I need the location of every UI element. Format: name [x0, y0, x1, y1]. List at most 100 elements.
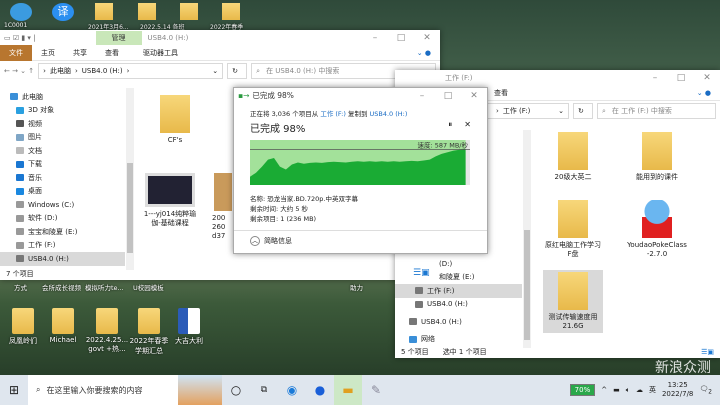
- tab-file[interactable]: 文件: [0, 45, 32, 61]
- tab-home[interactable]: 主页: [32, 48, 64, 58]
- tab-share[interactable]: 共享: [64, 48, 96, 58]
- network-icon[interactable]: ☁: [636, 386, 643, 394]
- minimize-button[interactable]: –: [409, 91, 435, 101]
- app-icon[interactable]: ✎: [362, 375, 390, 405]
- nav-item[interactable]: 宝宝和陵夏 (E:): [0, 225, 125, 239]
- folder-icon[interactable]: [180, 3, 198, 20]
- help-icon[interactable]: ⌄ ●: [408, 49, 440, 57]
- maximize-button[interactable]: □: [388, 33, 414, 43]
- edge-icon[interactable]: ◉: [278, 375, 306, 405]
- desktop-folder[interactable]: 2022.4.25... govt +热...: [84, 308, 130, 354]
- clock[interactable]: 13:252022/7/8: [662, 381, 693, 399]
- address-row: ← → ⌄ ↑ ›此电脑›USB4.0 (H:)›⌄ ↻ ⌕在 USB4.0 (…: [0, 61, 440, 81]
- folder-icon[interactable]: [95, 3, 113, 20]
- minimize-button[interactable]: –: [642, 73, 668, 83]
- watermark: 新浪众测: [655, 357, 711, 377]
- pause-button[interactable]: ⏸: [448, 120, 452, 135]
- nav-item-selected[interactable]: 工作 (F:): [395, 284, 522, 298]
- time-remaining: 剩余时间: 大约 5 秒: [250, 204, 358, 214]
- nav-item[interactable]: 网络: [395, 333, 522, 347]
- battery-icon[interactable]: ▬: [613, 386, 620, 394]
- quick-access-toolbar[interactable]: ▭ ☑ ▮ ▾ |: [4, 34, 36, 42]
- nav-item[interactable]: USB4.0 (H:): [395, 298, 522, 312]
- translate-app-icon[interactable]: 译: [52, 3, 74, 21]
- desktop-label: 1C0001: [4, 22, 27, 29]
- browser-icon[interactable]: ●: [306, 375, 334, 405]
- nav-scrollbar[interactable]: [523, 130, 531, 348]
- nav-scrollbar[interactable]: [126, 88, 134, 270]
- desktop-folder[interactable]: Michael: [40, 308, 86, 344]
- tab-drive-tools[interactable]: 驱动器工具: [134, 48, 187, 58]
- file-explorer-icon[interactable]: ▬: [334, 375, 362, 405]
- desktop-word-doc[interactable]: 大吉大利: [166, 308, 212, 346]
- nav-item[interactable]: 文档: [0, 144, 125, 158]
- task-view-button[interactable]: ⧉: [250, 375, 278, 405]
- view-toggle-icons[interactable]: ☰▣: [701, 348, 714, 356]
- maximize-button[interactable]: □: [435, 91, 461, 101]
- close-button[interactable]: ✕: [414, 33, 440, 43]
- taskbar: ⊞ ⌕在这里输入你要搜索的内容 ○ ⧉ ◉ ● ▬ ✎ 70% ^ ▬ 🔈︎ ☁…: [0, 375, 720, 405]
- cancel-button[interactable]: ✕: [464, 120, 471, 135]
- folder-item[interactable]: 能用到的课件: [627, 132, 687, 182]
- search-input[interactable]: ⌕在 工作 (F:) 中搜索: [597, 103, 716, 119]
- nav-buttons[interactable]: ← → ⌄ ↑: [4, 67, 34, 75]
- nav-item[interactable]: 3D 对象: [0, 104, 125, 118]
- items-remaining: 剩余项目: 1 (236 MB): [250, 214, 358, 224]
- folder-icon[interactable]: [138, 3, 156, 20]
- maximize-button[interactable]: □: [668, 73, 694, 83]
- cortana-button[interactable]: ○: [222, 375, 250, 405]
- folder-item[interactable]: CF's: [145, 95, 205, 145]
- nav-item[interactable]: 图片: [0, 131, 125, 145]
- nav-item[interactable]: 视频: [0, 117, 125, 131]
- folder-item[interactable]: 20级大英二: [543, 132, 603, 182]
- taskbar-search[interactable]: ⌕在这里输入你要搜索的内容: [28, 375, 178, 405]
- search-icon: ⌕: [36, 385, 40, 395]
- tab-view[interactable]: 查看: [96, 48, 128, 58]
- folder-item-selected[interactable]: 测试传输速度用21.6G: [543, 270, 603, 333]
- nav-item-selected[interactable]: USB4.0 (H:): [0, 252, 125, 266]
- video-file-item[interactable]: 1---yj014纯粹瑜伽-基础课程: [140, 173, 200, 228]
- nav-item[interactable]: 下载: [0, 158, 125, 172]
- tab-view[interactable]: 查看: [485, 88, 517, 98]
- notification-icon[interactable]: 🗨︎2: [699, 385, 712, 395]
- address-bar[interactable]: ›此电脑›USB4.0 (H:)›⌄: [38, 63, 223, 79]
- close-button[interactable]: ✕: [694, 73, 720, 83]
- copy-icon: ▪→: [238, 91, 249, 100]
- view-toggle-icons[interactable]: ☰▣: [413, 268, 435, 280]
- nav-item[interactable]: 桌面: [0, 185, 125, 199]
- folder-item[interactable]: 原红电脑工作学习F盘: [543, 200, 603, 259]
- manage-context-tab[interactable]: 管理: [96, 31, 142, 45]
- close-button[interactable]: ✕: [461, 91, 487, 101]
- input-method[interactable]: 英: [649, 385, 656, 395]
- nav-item[interactable]: 软件 (D:): [0, 212, 125, 226]
- nav-item[interactable]: USB4.0 (H:): [395, 315, 522, 329]
- help-icon[interactable]: ⌄ ●: [688, 89, 720, 97]
- refresh-button[interactable]: ↻: [227, 63, 247, 79]
- ribbon-tabs: 文件 主页 共享 查看 驱动器工具 ⌄ ●: [0, 45, 440, 61]
- app-icon[interactable]: [10, 3, 32, 21]
- nav-item[interactable]: Windows (C:): [0, 198, 125, 212]
- destination-link[interactable]: USB4.0 (H:): [370, 110, 408, 118]
- app-item[interactable]: YoudaoPokeClass-2.7.0: [627, 200, 687, 259]
- nav-item[interactable]: 此电脑: [0, 90, 125, 104]
- source-link[interactable]: 工作 (F:): [320, 110, 346, 118]
- minimize-button[interactable]: –: [362, 33, 388, 43]
- nav-item[interactable]: 音乐: [0, 171, 125, 185]
- volume-icon[interactable]: 🔈︎: [626, 386, 630, 395]
- nav-item[interactable]: 工作 (F:): [0, 239, 125, 253]
- battery-indicator[interactable]: 70%: [570, 384, 596, 396]
- folder-icon[interactable]: [222, 3, 240, 20]
- breadcrumb-item[interactable]: 此电脑: [50, 66, 71, 76]
- status-bar: 7 个项目: [0, 268, 440, 280]
- speed-graph: 速度: 587 MB/秒: [250, 140, 470, 185]
- file-item[interactable]: 200 260 d37: [212, 173, 234, 241]
- breadcrumb-item[interactable]: USB4.0 (H:): [82, 67, 123, 75]
- start-button[interactable]: ⊞: [0, 375, 28, 405]
- speed-label: 速度: 587 MB/秒: [418, 140, 469, 149]
- file-name: 名称: 恐龙当家.BD.720p.中英双字幕: [250, 194, 358, 204]
- chevron-up-icon[interactable]: ^: [601, 386, 607, 394]
- less-details-button[interactable]: ︿简略信息: [234, 230, 487, 251]
- copy-progress-dialog: ▪→已完成 98% –□✕ 正在将 3,036 个项目从 工作 (F:) 复制到…: [233, 87, 488, 254]
- title-bar: ▭ ☑ ▮ ▾ | 管理 USB4.0 (H:) –□✕: [0, 30, 440, 45]
- refresh-button[interactable]: ↻: [573, 103, 593, 119]
